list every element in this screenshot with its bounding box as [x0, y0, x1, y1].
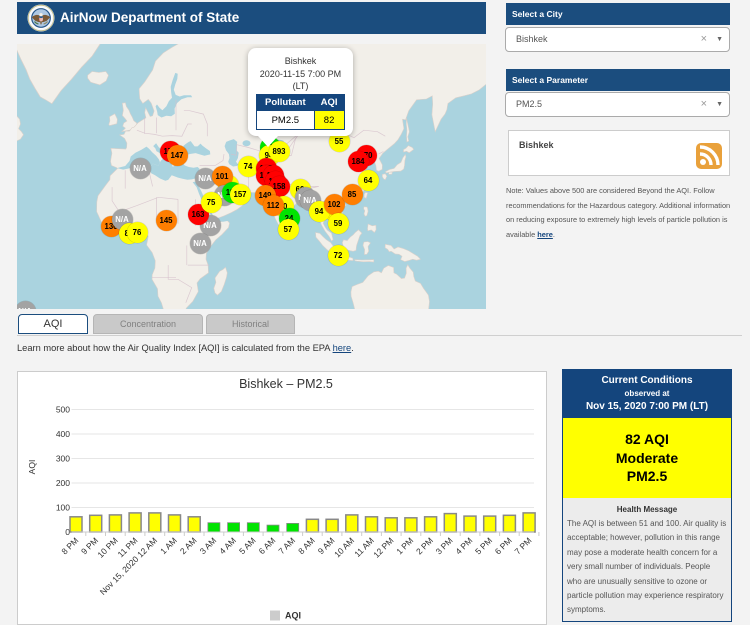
svg-text:4 PM: 4 PM [453, 535, 474, 556]
svg-text:3 AM: 3 AM [197, 535, 218, 556]
svg-text:10 PM: 10 PM [95, 535, 119, 559]
svg-text:AQI: AQI [285, 611, 301, 621]
svg-text:10 AM: 10 AM [332, 535, 356, 559]
svg-text:8 PM: 8 PM [59, 535, 80, 556]
svg-text:8 AM: 8 AM [296, 535, 317, 556]
svg-text:2 AM: 2 AM [177, 535, 198, 556]
svg-text:6 PM: 6 PM [492, 535, 513, 556]
svg-text:4 AM: 4 AM [217, 535, 238, 556]
svg-text:12 PM: 12 PM [371, 535, 395, 559]
svg-text:11 AM: 11 AM [352, 535, 376, 559]
svg-text:7 AM: 7 AM [276, 535, 297, 556]
svg-text:3 PM: 3 PM [433, 535, 454, 556]
svg-text:1 PM: 1 PM [394, 535, 415, 556]
svg-text:400: 400 [55, 429, 69, 439]
svg-text:300: 300 [55, 454, 69, 464]
svg-text:5 PM: 5 PM [473, 535, 494, 556]
svg-text:200: 200 [55, 478, 69, 488]
svg-text:2 PM: 2 PM [413, 535, 434, 556]
svg-text:6 AM: 6 AM [256, 535, 277, 556]
svg-text:AQI: AQI [27, 460, 37, 475]
svg-text:100: 100 [55, 503, 69, 513]
svg-text:7 PM: 7 PM [512, 535, 533, 556]
svg-text:Bishkek – PM2.5: Bishkek – PM2.5 [239, 377, 333, 391]
svg-text:1 AM: 1 AM [158, 535, 179, 556]
svg-text:500: 500 [55, 405, 69, 415]
svg-text:5 AM: 5 AM [236, 535, 257, 556]
